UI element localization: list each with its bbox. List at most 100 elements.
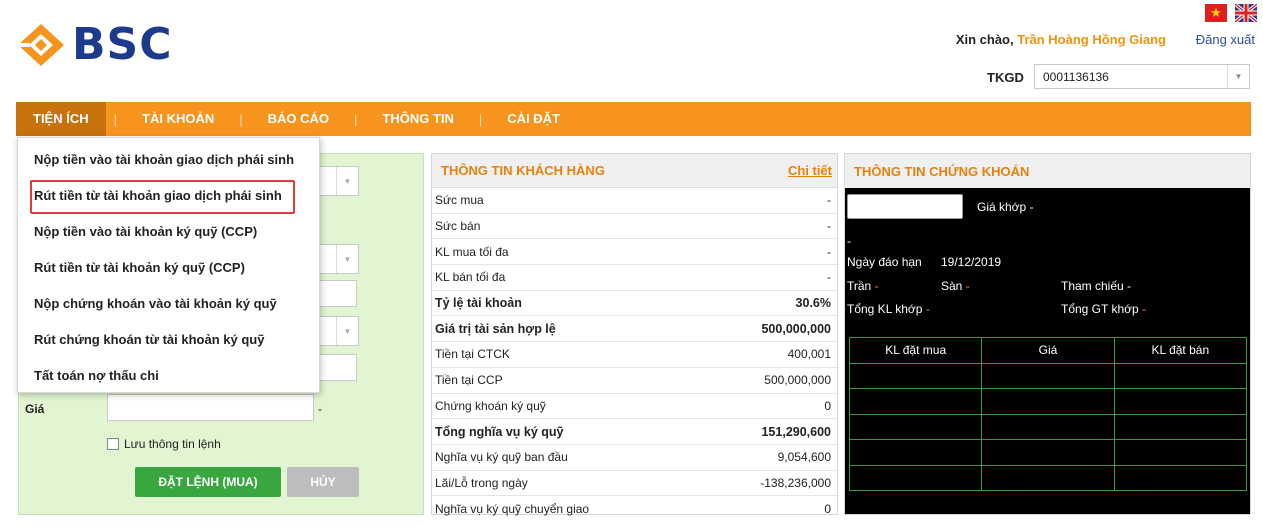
- match-price-label: Giá khớp: [977, 200, 1027, 214]
- securities-info-header: THÔNG TIN CHỨNG KHOÁN: [845, 154, 1250, 188]
- menu-item-deposit-ccp[interactable]: Nộp tiền vào tài khoản ký quỹ (CCP): [34, 224, 257, 239]
- tkgd-select[interactable]: 0001136136 ▼: [1034, 64, 1250, 89]
- order-input-1[interactable]: [319, 280, 357, 307]
- securities-info-title: THÔNG TIN CHỨNG KHOÁN: [854, 163, 1030, 179]
- order-book-cell: [848, 388, 983, 415]
- info-label: Nghĩa vụ ký quỹ chuyển giao: [435, 502, 590, 517]
- customer-info-rows: Sức mua - Sức bán - KL mua tối đa - KL bán …: [432, 188, 837, 522]
- order-book-row: [848, 464, 1248, 491]
- order-book-row: [848, 362, 1248, 389]
- order-book-cell: [848, 413, 983, 440]
- total-volume: Tổng KL khớp -: [847, 302, 930, 316]
- vietnam-flag-icon[interactable]: ★: [1205, 4, 1227, 22]
- menu-item-withdraw-securities[interactable]: Rút chứng khoán từ tài khoản ký quỹ: [34, 332, 264, 347]
- dash-line: -: [847, 234, 851, 248]
- total-volume-label: Tổng KL khớp: [847, 302, 923, 316]
- info-value: 9,054,600: [777, 450, 831, 465]
- menu-item-settle-overdraft[interactable]: Tất toán nợ thấu chi: [34, 368, 159, 383]
- info-label: Giá trị tài sản hợp lệ: [435, 321, 556, 336]
- info-label: Lãi/Lỗ trong ngày: [435, 475, 528, 490]
- info-row: Lãi/Lỗ trong ngày -138,236,000: [432, 471, 837, 497]
- logout-link[interactable]: Đăng xuất: [1196, 32, 1255, 47]
- nav-bao-cao[interactable]: BÁO CÁO: [251, 102, 346, 136]
- order-book-row: [848, 439, 1248, 466]
- order-book-body: [848, 362, 1248, 491]
- chevron-down-icon[interactable]: ▼: [336, 245, 358, 273]
- info-row: Nghĩa vụ ký quỹ chuyển giao 0: [432, 496, 837, 522]
- detail-link[interactable]: Chi tiết: [788, 163, 832, 178]
- bsc-logo[interactable]: BSC: [16, 22, 173, 68]
- chevron-down-icon[interactable]: ▼: [1227, 65, 1249, 88]
- chevron-down-icon[interactable]: ▼: [336, 167, 358, 195]
- floor-label: Sàn: [941, 279, 963, 293]
- menu-item-deposit-derivative[interactable]: Nộp tiền vào tài khoản giao dịch phái si…: [34, 152, 294, 167]
- order-select-3[interactable]: ▼: [319, 316, 359, 346]
- order-book-row: [848, 388, 1248, 415]
- info-value: 500,000,000: [761, 321, 831, 336]
- cancel-button[interactable]: HỦY: [287, 467, 359, 497]
- bsc-logo-icon: [18, 24, 64, 66]
- match-price: Giá khớp -: [977, 200, 1034, 214]
- order-book-cell: [981, 439, 1115, 466]
- col-sell-volume: KL đặt bán: [1113, 337, 1248, 364]
- reference: Tham chiếu -: [1061, 279, 1131, 293]
- menu-item-withdraw-ccp[interactable]: Rút tiền từ tài khoản ký quỹ (CCP): [34, 260, 245, 275]
- maturity-label: Ngày đáo hạn: [847, 255, 922, 269]
- order-book-cell: [848, 362, 983, 389]
- info-value: -: [827, 270, 831, 285]
- order-select-2[interactable]: ▼: [319, 244, 359, 274]
- info-row: KL bán tối đa -: [432, 265, 837, 291]
- order-select-1[interactable]: ▼: [319, 166, 359, 196]
- info-label: Chứng khoán ký quỹ: [435, 398, 546, 413]
- save-order-checkbox[interactable]: Lưu thông tin lệnh: [107, 437, 221, 451]
- order-book-cell: [1113, 413, 1248, 440]
- info-value: -: [827, 244, 831, 259]
- nav-thong-tin[interactable]: THÔNG TIN: [365, 102, 471, 136]
- info-label: KL bán tối đa: [435, 270, 506, 285]
- info-value: -: [827, 193, 831, 208]
- nav-separator: |: [478, 111, 483, 127]
- nav-tien-ich[interactable]: TIỆN ÍCH: [16, 102, 106, 136]
- customer-info-title: THÔNG TIN KHÁCH HÀNG: [441, 163, 605, 178]
- total-volume-value: -: [925, 302, 930, 316]
- ceiling-value: -: [874, 279, 879, 293]
- info-value: 30.6%: [795, 296, 831, 311]
- info-row: Tỷ lệ tài khoản 30.6%: [432, 291, 837, 317]
- language-switcher: ★: [1205, 4, 1257, 22]
- info-value: 500,000,000: [764, 373, 831, 388]
- price-input[interactable]: [107, 394, 314, 421]
- chevron-down-icon[interactable]: ▼: [336, 317, 358, 345]
- user-name[interactable]: Trần Hoàng Hồng Giang: [1017, 32, 1166, 47]
- order-book-cell: [1113, 439, 1248, 466]
- customer-info-panel: THÔNG TIN KHÁCH HÀNG Chi tiết Sức mua - S…: [431, 153, 838, 516]
- tkgd-value: 0001136136: [1043, 70, 1109, 84]
- info-row: Giá trị tài sản hợp lệ 500,000,000: [432, 316, 837, 343]
- info-row: Chứng khoán ký quỹ 0: [432, 394, 837, 420]
- total-value: Tổng GT khớp -: [1061, 302, 1146, 316]
- info-value: -138,236,000: [760, 475, 831, 490]
- order-book-cell: [848, 464, 983, 491]
- order-book-cell: [1113, 362, 1248, 389]
- info-value: 0: [824, 398, 831, 413]
- greeting-prefix: Xin chào,: [955, 32, 1018, 47]
- order-book-cell: [1113, 464, 1248, 491]
- nav-separator: |: [239, 111, 243, 127]
- symbol-input[interactable]: [847, 194, 963, 219]
- uk-flag-icon[interactable]: [1235, 4, 1257, 22]
- order-book-cell: [981, 413, 1115, 440]
- nav-cai-dat[interactable]: CÀI ĐẶT: [490, 102, 577, 136]
- price-label: Giá: [25, 402, 45, 416]
- place-order-button[interactable]: ĐẶT LỆNH (MUA): [135, 467, 281, 497]
- info-row: KL mua tối đa -: [432, 239, 837, 266]
- nav-tai-khoan[interactable]: TÀI KHOẢN: [125, 102, 231, 136]
- info-label: Tổng nghĩa vụ ký quỹ: [435, 424, 564, 439]
- menu-item-deposit-securities[interactable]: Nộp chứng khoán vào tài khoản ký quỹ: [34, 296, 277, 311]
- maturity-value: 19/12/2019: [941, 255, 1002, 269]
- brand-name: BSC: [72, 19, 173, 70]
- info-value: 151,290,600: [761, 424, 831, 439]
- order-book-cell: [1113, 388, 1248, 415]
- order-input-2[interactable]: [319, 354, 357, 381]
- info-row: Sức mua -: [432, 188, 837, 214]
- checkbox-icon[interactable]: [107, 438, 119, 450]
- main-nav: TIỆN ÍCH | TÀI KHOẢN | BÁO CÁO | THÔNG T…: [16, 102, 1251, 136]
